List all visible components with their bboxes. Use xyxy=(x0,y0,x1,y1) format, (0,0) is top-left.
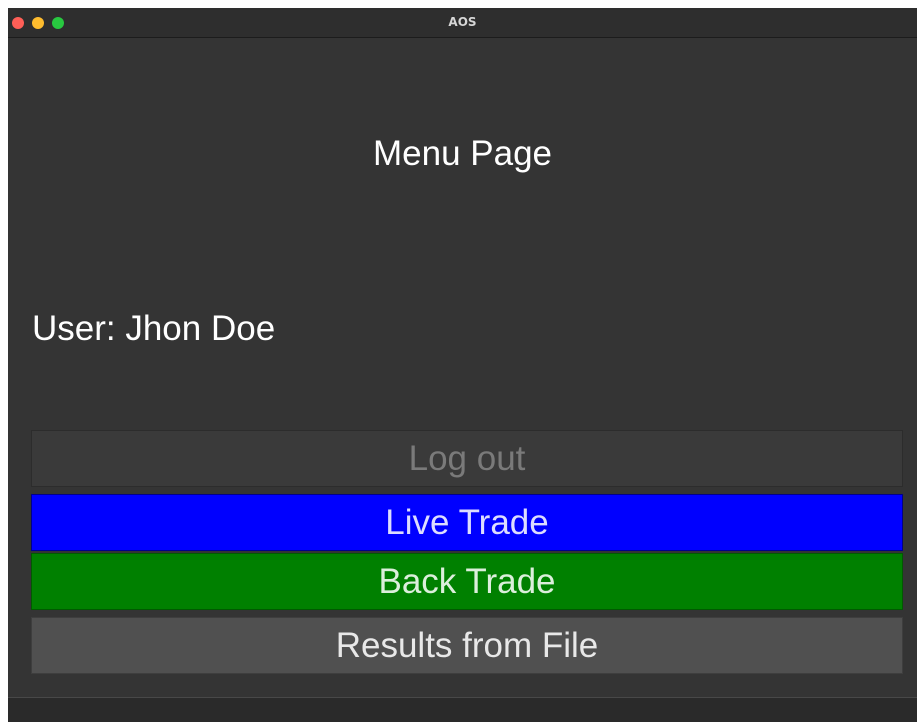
status-bar xyxy=(8,697,917,722)
results-from-file-button[interactable]: Results from File xyxy=(31,617,903,674)
back-trade-button[interactable]: Back Trade xyxy=(31,553,903,610)
logout-button[interactable]: Log out xyxy=(31,430,903,487)
live-trade-button[interactable]: Live Trade xyxy=(31,494,903,551)
user-label: User: Jhon Doe xyxy=(32,309,276,348)
app-window: AOS Menu Page User: Jhon Doe Log out Liv… xyxy=(8,8,917,722)
window-title: AOS xyxy=(448,15,477,29)
page-title: Menu Page xyxy=(372,134,553,173)
title-bar[interactable]: AOS xyxy=(8,8,917,38)
